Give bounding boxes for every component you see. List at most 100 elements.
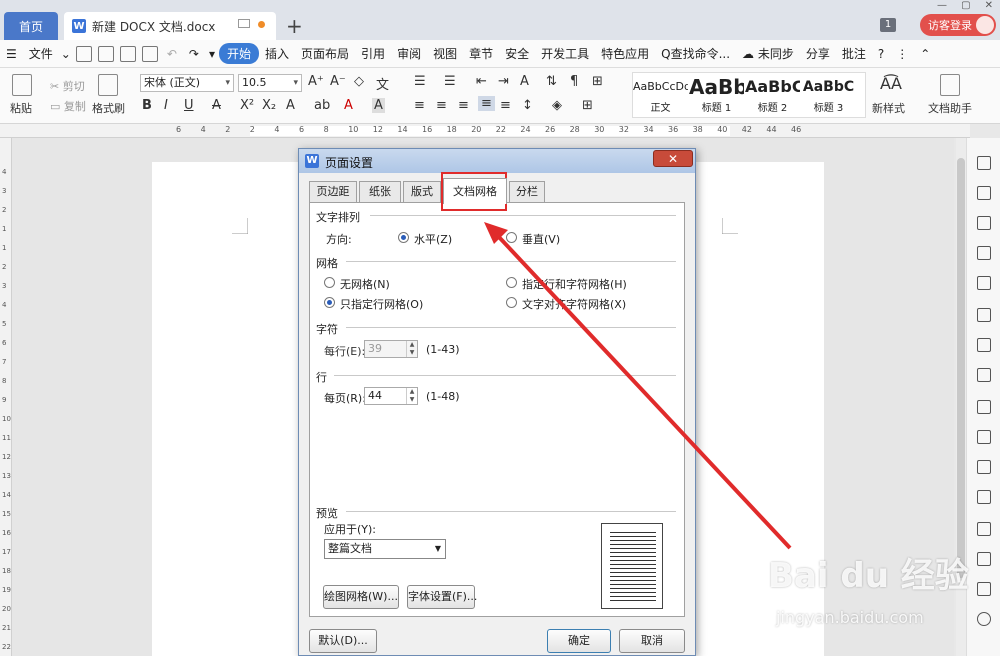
strikethrough-icon[interactable]: A <box>212 98 221 113</box>
line-spacing-icon[interactable]: ↕ <box>522 98 533 113</box>
pen-icon[interactable] <box>977 156 991 170</box>
radio-line-char-grid[interactable] <box>506 277 517 288</box>
menu-review[interactable]: 审阅 <box>391 45 427 62</box>
save-icon[interactable] <box>75 45 92 62</box>
radio-no-grid[interactable] <box>324 277 335 288</box>
align-right-icon[interactable]: ≡ <box>458 98 469 113</box>
menu-page-layout[interactable]: 页面布局 <box>295 45 355 62</box>
no-grid-label[interactable]: 无网格(N) <box>340 276 390 292</box>
copy-button[interactable]: ▭ 复制 <box>50 98 86 114</box>
clear-format-icon[interactable]: ◇ <box>354 74 364 89</box>
tabs-icon[interactable]: ⊞ <box>592 74 603 89</box>
shading-icon[interactable]: ◈ <box>552 98 562 113</box>
menu-security[interactable]: 安全 <box>499 45 535 62</box>
maximize-icon[interactable]: ▢ <box>961 0 970 14</box>
align-left-icon[interactable]: ≡ <box>414 98 425 113</box>
stamp-icon[interactable] <box>977 276 991 290</box>
tab-document-grid[interactable]: 文档网格 <box>443 178 507 204</box>
menu-references[interactable]: 引用 <box>355 45 391 62</box>
dialog-title-bar[interactable]: W 页面设置 ✕ <box>299 149 695 173</box>
radio-horizontal[interactable] <box>398 232 409 243</box>
archive-icon[interactable] <box>977 490 991 504</box>
stepper-arrows-icon[interactable]: ▲ ▼ <box>406 341 417 357</box>
visitor-login-button[interactable]: 访客登录 <box>920 14 996 36</box>
horizontal-label[interactable]: 水平(Z) <box>414 231 452 247</box>
increase-indent-icon[interactable]: ⇥ <box>498 74 509 89</box>
collapse-ribbon-icon[interactable]: ⌃ <box>914 47 936 61</box>
menu-features[interactable]: 特色应用 <box>595 45 655 62</box>
more-icon[interactable]: ⋮ <box>890 47 914 61</box>
doc-helper-icon[interactable] <box>940 74 960 96</box>
grid-apps-icon[interactable] <box>977 308 991 322</box>
shapes-icon[interactable] <box>977 216 991 230</box>
radio-vertical[interactable] <box>506 232 517 243</box>
draw-grid-button[interactable]: 绘图网格(W)... <box>323 585 399 609</box>
menu-developer[interactable]: 开发工具 <box>535 45 595 62</box>
menu-insert[interactable]: 插入 <box>259 45 295 62</box>
share-button[interactable]: 分享 <box>800 45 836 62</box>
decrease-indent-icon[interactable]: ⇤ <box>476 74 487 89</box>
phonetic-icon[interactable]: 文 <box>376 74 389 93</box>
chars-per-line-stepper[interactable]: 39 ▲ ▼ <box>364 340 418 358</box>
chinese-layout-icon[interactable]: A <box>520 74 529 89</box>
tab-layout[interactable]: 版式 <box>403 181 441 203</box>
italic-icon[interactable]: I <box>164 98 168 113</box>
close-window-icon[interactable]: ✕ <box>985 0 993 14</box>
export-icon[interactable] <box>97 45 114 62</box>
format-painter-icon[interactable] <box>98 74 118 96</box>
screen-icon[interactable] <box>238 19 250 28</box>
tab-home[interactable]: 首页 <box>4 12 58 40</box>
sliders-icon[interactable] <box>977 368 991 382</box>
underline-icon[interactable]: U <box>184 98 194 113</box>
tab-margins[interactable]: 页边距 <box>309 181 357 203</box>
shrink-font-icon[interactable]: A⁻ <box>330 74 346 89</box>
bullet-list-icon[interactable]: ☰ <box>414 74 426 89</box>
search-commands[interactable]: Q查找命令... <box>655 45 736 62</box>
redo-icon[interactable]: ↷ <box>183 47 205 61</box>
window-count-badge[interactable]: 1 <box>880 18 896 32</box>
radio-snap-to-char[interactable] <box>506 297 517 308</box>
text-effect-icon[interactable]: A <box>286 98 295 113</box>
dialog-close-button[interactable]: ✕ <box>653 150 693 167</box>
numbered-list-icon[interactable]: ☰ <box>444 74 456 89</box>
bold-icon[interactable]: B <box>142 98 152 113</box>
sort-icon[interactable]: ⇅ <box>546 74 557 89</box>
superscript-icon[interactable]: X² <box>240 98 254 113</box>
cursor-icon[interactable] <box>977 186 991 200</box>
char-shading-icon[interactable]: A <box>372 98 385 113</box>
hamburger-icon[interactable]: ☰ <box>0 47 23 61</box>
style-heading-1[interactable]: AaBb 标题 1 <box>689 75 744 115</box>
picture-icon[interactable] <box>977 522 991 536</box>
line-grid-only-label[interactable]: 只指定行网格(O) <box>340 296 423 312</box>
new-style-button[interactable]: 新样式 <box>872 100 905 116</box>
font-size-select[interactable]: 10.5 <box>238 74 302 92</box>
file-dropdown-icon[interactable]: ⌄ <box>59 47 73 61</box>
translate-icon[interactable] <box>977 460 991 474</box>
line-char-grid-label[interactable]: 指定行和字符网格(H) <box>522 276 627 292</box>
horizontal-ruler[interactable]: 6 4 2 2 4 6 8 10 12 14 16 18 20 22 24 26 28 30 32 34 36 38 40 4… <box>0 124 970 138</box>
grow-font-icon[interactable]: A⁺ <box>308 74 324 89</box>
help-icon[interactable]: ? <box>872 47 890 61</box>
quick-access-dropdown-icon[interactable]: ▾ <box>205 47 219 61</box>
borders-icon[interactable]: ⊞ <box>582 98 593 113</box>
vertical-label[interactable]: 垂直(V) <box>522 231 560 247</box>
new-tab-plus-icon[interactable]: + <box>286 14 303 38</box>
new-style-icon[interactable]: A͡A <box>880 74 902 93</box>
chart-icon[interactable] <box>977 338 991 352</box>
show-marks-icon[interactable]: ¶ <box>570 74 578 89</box>
menu-file[interactable]: 文件 <box>23 45 59 62</box>
bucket-icon[interactable] <box>977 246 991 260</box>
share-out-icon[interactable] <box>977 430 991 444</box>
menu-section[interactable]: 章节 <box>463 45 499 62</box>
vertical-ruler[interactable]: 4321123456789101112131415161718192021222… <box>0 138 12 656</box>
cut-button[interactable]: ✂ 剪切 <box>50 78 85 94</box>
menu-home[interactable]: 开始 <box>219 43 260 64</box>
print-icon[interactable] <box>119 45 136 62</box>
style-normal[interactable]: AaBbCcDd 正文 <box>633 75 688 115</box>
default-button[interactable]: 默认(D)... <box>309 629 377 653</box>
justify-icon[interactable]: ≡ <box>478 96 495 111</box>
paste-icon[interactable] <box>12 74 32 96</box>
apply-to-select[interactable]: 整篇文档 <box>324 539 446 559</box>
subscript-icon[interactable]: X₂ <box>262 98 276 113</box>
ok-button[interactable]: 确定 <box>547 629 611 653</box>
